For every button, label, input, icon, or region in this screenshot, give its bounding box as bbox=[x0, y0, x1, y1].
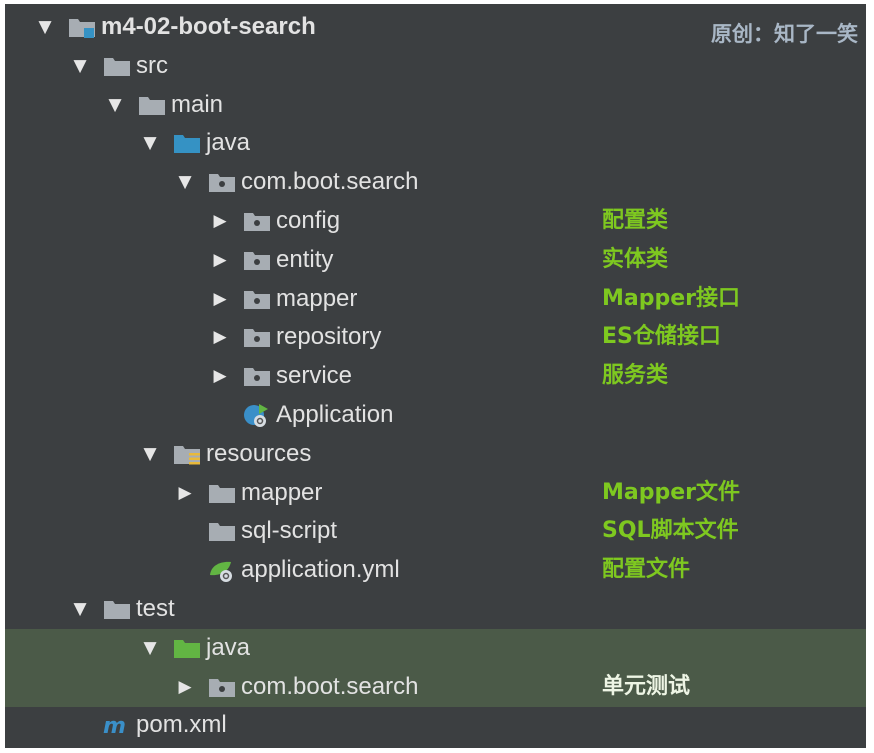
collapse-arrow-icon[interactable]: ▶ bbox=[210, 327, 230, 347]
tree-item-label: mapper bbox=[241, 478, 323, 506]
expand-arrow-icon[interactable]: ▼ bbox=[70, 56, 90, 76]
tree-item-label: m4-02-boot-search bbox=[101, 13, 316, 40]
annotation-note: Mapper文件 bbox=[602, 479, 741, 505]
annotation-note: 实体类 bbox=[602, 246, 669, 272]
folder-icon bbox=[207, 518, 237, 544]
tree-row[interactable]: ▼ com.boot.search bbox=[5, 163, 866, 202]
tree-row[interactable]: ▼ src bbox=[5, 47, 866, 86]
collapse-arrow-icon[interactable]: ▶ bbox=[210, 250, 230, 270]
tree-item-label: java bbox=[206, 633, 251, 661]
package-icon bbox=[207, 674, 237, 700]
package-icon bbox=[242, 324, 272, 350]
tree-item-label: java bbox=[206, 129, 251, 157]
tree-item-label: test bbox=[136, 595, 175, 622]
tree-row[interactable]: ▼ m4-02-boot-search bbox=[5, 8, 866, 47]
annotation-note: SQL脚本文件 bbox=[602, 518, 739, 544]
package-icon bbox=[242, 286, 272, 312]
expand-arrow-icon[interactable]: ▼ bbox=[35, 17, 55, 37]
tree-item-label: mapper bbox=[276, 284, 358, 312]
annotation-note: 服务类 bbox=[602, 363, 669, 389]
expand-arrow-icon[interactable]: ▼ bbox=[105, 95, 125, 115]
annotation-note: 单元测试 bbox=[602, 673, 691, 699]
collapse-arrow-icon[interactable]: ▶ bbox=[210, 211, 230, 231]
tree-row[interactable]: ▼ resources bbox=[5, 435, 866, 474]
folder-icon bbox=[137, 92, 167, 118]
tree-row[interactable]: ▶ entity 实体类 bbox=[5, 241, 866, 280]
tree-row[interactable]: Application bbox=[5, 396, 866, 435]
tree-row[interactable]: ▶ com.boot.search 单元测试 bbox=[5, 667, 866, 707]
tree-row[interactable]: ▼ java bbox=[5, 628, 866, 668]
package-icon bbox=[242, 247, 272, 273]
tree-item-label: Application bbox=[276, 401, 394, 428]
annotation-note: 配置类 bbox=[602, 208, 669, 233]
collapse-arrow-icon[interactable]: ▶ bbox=[210, 366, 230, 386]
expand-arrow-icon[interactable]: ▼ bbox=[140, 133, 160, 153]
tree-row[interactable]: ▶ repository ES仓储接口 bbox=[5, 318, 866, 357]
package-icon bbox=[207, 169, 237, 195]
tree-item-label: sql-script bbox=[241, 517, 338, 545]
tree-item-label: service bbox=[276, 362, 353, 390]
tree-row[interactable]: ▼ java bbox=[5, 124, 866, 163]
tree-item-label: pom.xml bbox=[136, 711, 227, 739]
tree-item-label: com.boot.search bbox=[241, 672, 419, 700]
expand-arrow-icon[interactable]: ▼ bbox=[70, 599, 90, 619]
folder-icon bbox=[102, 596, 132, 622]
expand-arrow-icon[interactable]: ▼ bbox=[140, 444, 160, 464]
tree-item-label: resources bbox=[206, 439, 312, 467]
tree-row[interactable]: ▼ main bbox=[5, 86, 866, 125]
spring-config-file-icon bbox=[207, 557, 237, 583]
tree-row[interactable]: m pom.xml bbox=[5, 706, 866, 745]
tree-item-label: repository bbox=[276, 323, 382, 351]
module-folder-icon bbox=[67, 14, 97, 40]
collapse-arrow-icon[interactable]: ▶ bbox=[175, 483, 195, 503]
folder-icon bbox=[102, 53, 132, 79]
tree-row[interactable]: ▶ mapper Mapper文件 bbox=[5, 474, 866, 513]
package-icon bbox=[242, 208, 272, 234]
tree-row[interactable]: ▶ config 配置类 bbox=[5, 202, 866, 241]
annotation-note: Mapper接口 bbox=[602, 285, 741, 311]
resources-folder-icon bbox=[172, 441, 202, 467]
folder-icon bbox=[207, 480, 237, 506]
tree-row[interactable]: sql-script SQL脚本文件 bbox=[5, 512, 866, 551]
expand-arrow-icon[interactable]: ▼ bbox=[140, 638, 160, 658]
maven-file-icon: m bbox=[102, 712, 132, 738]
collapse-arrow-icon[interactable]: ▶ bbox=[175, 677, 195, 697]
project-tree-panel: 原创：知了一笑 ▼ m4-02-boot-search ▼ src ▼ main ▼ java… bbox=[5, 4, 866, 748]
source-root-folder-icon bbox=[172, 130, 202, 156]
tree-item-label: application.yml bbox=[241, 556, 400, 584]
tree-item-label: src bbox=[136, 51, 168, 79]
collapse-arrow-icon[interactable]: ▶ bbox=[210, 289, 230, 309]
svg-text:m: m bbox=[103, 714, 126, 738]
tree-item-label: entity bbox=[276, 245, 334, 273]
spring-boot-class-icon bbox=[242, 402, 272, 428]
test-root-folder-icon bbox=[172, 635, 202, 661]
tree-row[interactable]: ▶ service 服务类 bbox=[5, 357, 866, 396]
annotation-note: ES仓储接口 bbox=[602, 324, 721, 350]
tree-row[interactable]: ▼ test bbox=[5, 590, 866, 629]
package-icon bbox=[242, 363, 272, 389]
annotation-note: 配置文件 bbox=[602, 557, 691, 583]
tree-item-label: config bbox=[276, 207, 341, 234]
tree-item-label: main bbox=[171, 90, 224, 118]
expand-arrow-icon[interactable]: ▼ bbox=[175, 172, 195, 192]
tree-row[interactable]: ▶ mapper Mapper接口 bbox=[5, 280, 866, 319]
tree-row[interactable]: application.yml 配置文件 bbox=[5, 551, 866, 590]
tree-item-label: com.boot.search bbox=[241, 168, 419, 196]
